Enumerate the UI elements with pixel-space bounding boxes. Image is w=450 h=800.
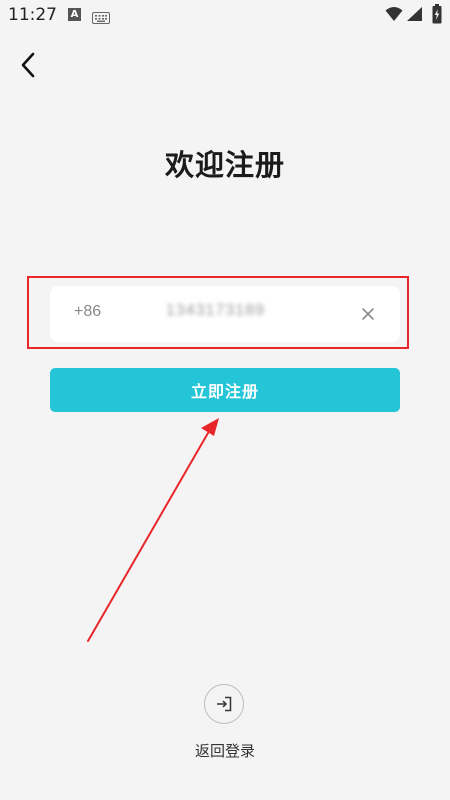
a-notification-icon: A <box>68 8 81 21</box>
register-screen: 11:27 A 欢迎注册 +86 1343173189 立即注册 返回登录 <box>0 0 450 800</box>
login-icon-button[interactable] <box>204 684 244 724</box>
wifi-icon <box>385 6 403 26</box>
back-button[interactable] <box>12 48 46 82</box>
battery-charging-icon <box>432 4 442 28</box>
page-title: 欢迎注册 <box>164 148 285 182</box>
chevron-left-icon <box>21 52 35 78</box>
status-bar: 11:27 A <box>0 0 450 32</box>
signal-icon <box>406 6 423 26</box>
keyboard-icon <box>92 9 110 28</box>
status-time: 11:27 <box>8 5 57 25</box>
annotation-highlight-box <box>27 276 409 349</box>
login-icon <box>217 696 232 712</box>
register-button[interactable]: 立即注册 <box>50 368 400 412</box>
back-to-login-link[interactable]: 返回登录 <box>0 740 450 761</box>
